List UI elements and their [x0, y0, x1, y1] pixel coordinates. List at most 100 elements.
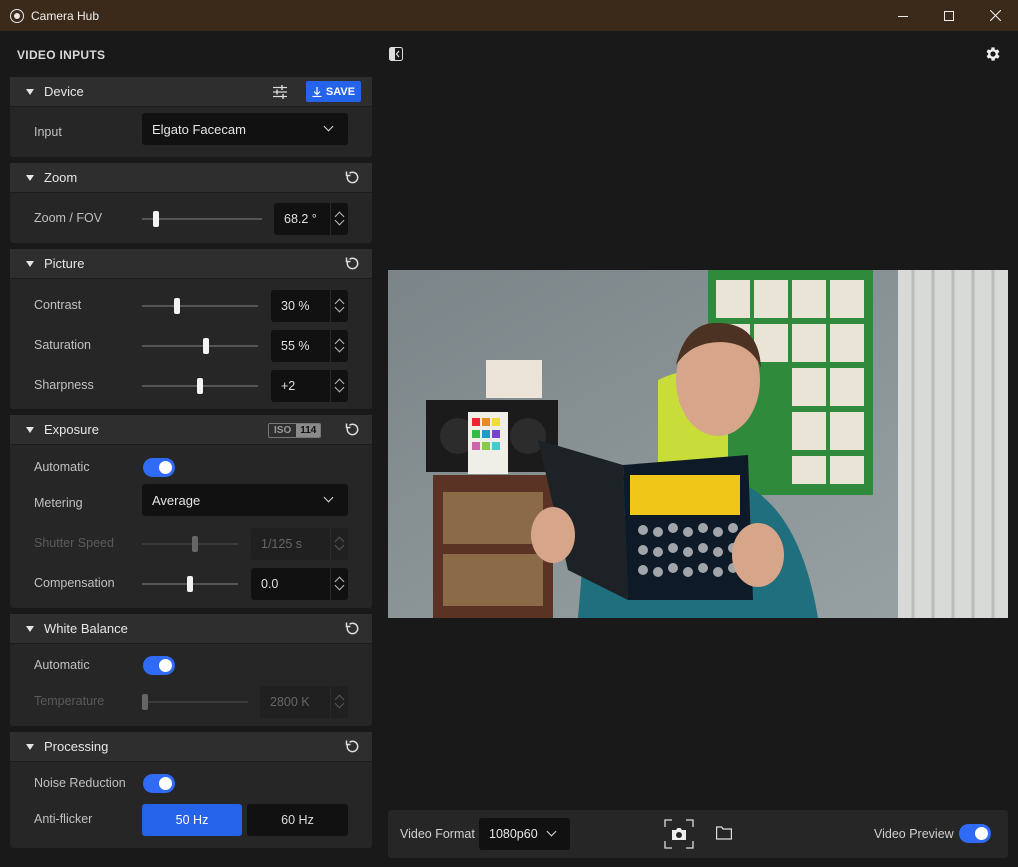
anti-flicker-50hz-button[interactable]: 50 Hz	[142, 804, 242, 836]
snapshot-button[interactable]	[664, 819, 694, 849]
zoom-fov-input[interactable]: 68.2 °	[274, 203, 348, 235]
app-logo-icon	[10, 8, 24, 23]
noise-reduction-toggle[interactable]	[143, 774, 175, 793]
collapse-caret-icon	[26, 625, 34, 632]
processing-panel-header[interactable]: Processing	[10, 732, 372, 762]
iso-badge: ISO 114	[268, 423, 322, 438]
collapse-caret-icon	[26, 743, 34, 750]
shutter-speed-stepper[interactable]	[330, 528, 348, 560]
noise-reduction-row: Noise Reduction	[10, 764, 372, 804]
slider-thumb[interactable]	[153, 211, 160, 227]
contrast-value: 30 %	[281, 299, 310, 313]
zoom-fov-value: 68.2 °	[284, 212, 317, 226]
reset-icon[interactable]	[344, 621, 360, 637]
collapse-sidebar-icon[interactable]	[389, 47, 403, 61]
saturation-input[interactable]: 55 %	[271, 330, 348, 362]
slider-thumb[interactable]	[173, 298, 180, 314]
shutter-speed-label: Shutter Speed	[34, 536, 114, 550]
reset-icon[interactable]	[344, 422, 360, 438]
saturation-slider[interactable]	[142, 338, 258, 354]
white-balance-panel-title: White Balance	[44, 621, 128, 636]
minimize-icon	[898, 15, 908, 17]
close-button[interactable]	[972, 0, 1018, 31]
reset-icon[interactable]	[344, 256, 360, 272]
saturation-stepper[interactable]	[330, 330, 348, 362]
shutter-speed-slider[interactable]	[142, 536, 238, 552]
white-balance-panel-header[interactable]: White Balance	[10, 614, 372, 644]
device-panel-header[interactable]: Device SAVE	[10, 77, 372, 107]
anti-flicker-label: Anti-flicker	[34, 812, 93, 826]
reset-icon[interactable]	[344, 739, 360, 755]
video-format-value: 1080p60	[489, 827, 538, 841]
zoom-panel-title: Zoom	[44, 170, 78, 185]
collapse-caret-icon	[26, 260, 34, 267]
sharpness-stepper[interactable]	[330, 370, 348, 402]
shutter-speed-input[interactable]: 1/125 s	[251, 528, 348, 560]
temperature-value: 2800 K	[270, 695, 310, 709]
sharpness-input[interactable]: +2	[271, 370, 348, 402]
slider-thumb[interactable]	[202, 338, 209, 354]
metering-row: Metering Average	[10, 484, 372, 524]
save-button[interactable]: SAVE	[306, 81, 361, 102]
slider-thumb[interactable]	[191, 536, 198, 552]
camera-preview	[388, 270, 1008, 618]
saturation-value: 55 %	[281, 339, 310, 353]
gear-icon[interactable]	[984, 45, 1002, 63]
temperature-slider[interactable]	[142, 694, 248, 710]
zoom-fov-slider[interactable]	[142, 211, 262, 227]
picture-panel-title: Picture	[44, 256, 85, 271]
zoom-fov-stepper[interactable]	[330, 203, 348, 235]
noise-reduction-label: Noise Reduction	[34, 776, 126, 790]
compensation-value: 0.0	[261, 577, 279, 591]
zoom-panel-header[interactable]: Zoom	[10, 163, 372, 193]
input-row: Input Elgato Facecam	[10, 113, 372, 153]
saturation-row: Saturation 55 %	[10, 326, 372, 366]
download-icon	[312, 86, 322, 97]
title-bar: Camera Hub	[0, 0, 1018, 31]
slider-thumb[interactable]	[197, 378, 203, 394]
contrast-row: Contrast 30 %	[10, 286, 372, 326]
temperature-stepper[interactable]	[330, 686, 348, 718]
wb-automatic-toggle[interactable]	[143, 656, 175, 675]
compensation-label: Compensation	[34, 576, 115, 590]
settings-sliders-icon[interactable]	[272, 84, 288, 100]
exposure-panel-header[interactable]: Exposure ISO 114	[10, 415, 372, 445]
contrast-stepper[interactable]	[330, 290, 348, 322]
compensation-slider[interactable]	[142, 576, 238, 592]
contrast-slider[interactable]	[142, 298, 258, 314]
device-panel-title: Device	[44, 84, 84, 99]
contrast-input[interactable]: 30 %	[271, 290, 348, 322]
maximize-button[interactable]	[926, 0, 972, 31]
camera-snapshot-icon	[664, 819, 694, 849]
video-preview-toggle[interactable]	[959, 824, 991, 843]
sharpness-slider[interactable]	[142, 378, 258, 394]
metering-label: Metering	[34, 496, 83, 510]
slider-thumb[interactable]	[142, 694, 148, 710]
exposure-automatic-toggle[interactable]	[143, 458, 175, 477]
input-select[interactable]: Elgato Facecam	[142, 113, 348, 145]
video-format-label: Video Format	[400, 827, 475, 841]
minimize-button[interactable]	[880, 0, 926, 31]
chevron-down-icon	[323, 492, 334, 503]
exposure-panel: Exposure ISO 114 Automatic Metering Aver…	[10, 415, 372, 608]
chevron-down-icon	[546, 826, 557, 837]
video-format-select[interactable]: 1080p60	[479, 818, 570, 850]
bottom-toolbar: Video Format 1080p60 Video Preview	[388, 810, 1008, 858]
compensation-input[interactable]: 0.0	[251, 568, 348, 600]
metering-select[interactable]: Average	[142, 484, 348, 516]
video-preview-label: Video Preview	[874, 827, 954, 841]
folder-icon[interactable]	[716, 826, 732, 840]
shutter-speed-value: 1/125 s	[261, 537, 303, 551]
iso-value: 114	[296, 424, 321, 437]
picture-panel-header[interactable]: Picture	[10, 249, 372, 279]
wb-automatic-label: Automatic	[34, 658, 90, 672]
anti-flicker-60hz-button[interactable]: 60 Hz	[247, 804, 348, 836]
compensation-stepper[interactable]	[330, 568, 348, 600]
iso-label: ISO	[274, 425, 292, 436]
reset-icon[interactable]	[344, 170, 360, 186]
wb-automatic-row: Automatic	[10, 646, 372, 686]
maximize-icon	[944, 10, 954, 21]
slider-thumb[interactable]	[187, 576, 193, 592]
processing-panel: Processing Noise Reduction Anti-flicker …	[10, 732, 372, 848]
temperature-input[interactable]: 2800 K	[260, 686, 348, 718]
